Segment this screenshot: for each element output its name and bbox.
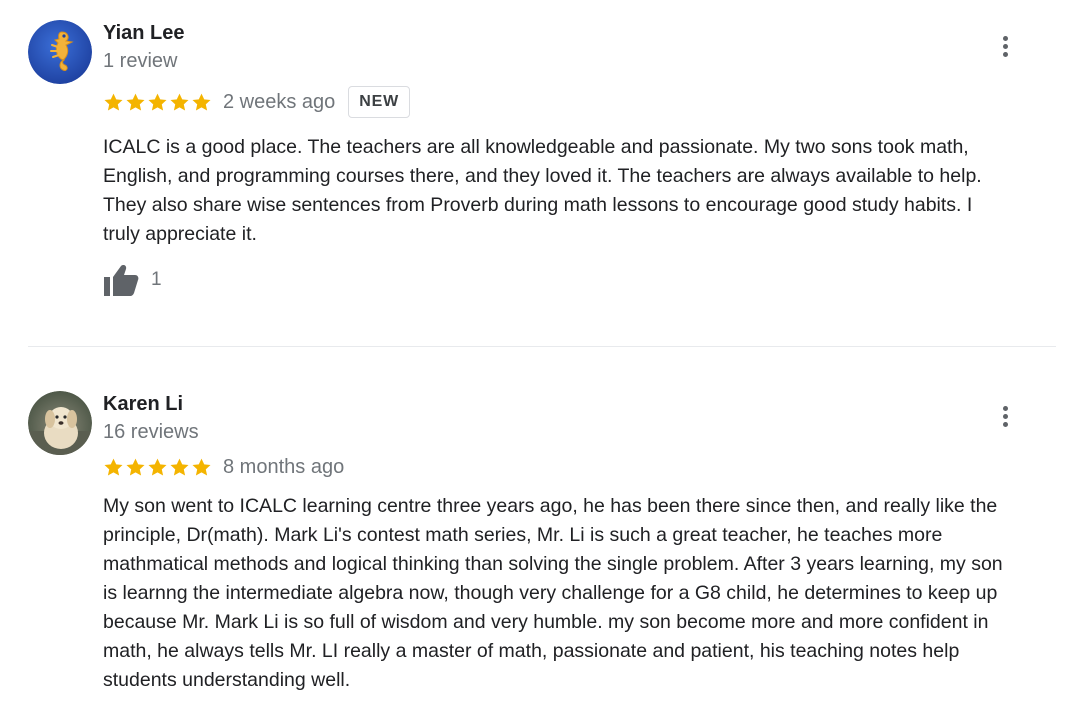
avatar[interactable] [28,391,92,455]
star-rating [103,92,212,113]
star-icon [148,93,167,111]
review-count[interactable]: 1 review [103,50,177,73]
like-count: 1 [151,269,162,290]
review-date: 8 months ago [223,455,345,478]
star-rating [103,457,212,478]
review-date: 2 weeks ago [223,90,336,113]
review-text: My son went to ICALC learning centre thr… [103,495,1003,691]
star-icon [104,458,123,476]
star-icon [170,458,189,476]
thumbs-up-icon [104,265,139,296]
author-name[interactable]: Karen Li [103,393,183,416]
author-name[interactable]: Yian Lee [103,22,185,45]
seahorse-icon [28,20,92,84]
star-icon [148,458,167,476]
star-icon [126,93,145,111]
review-card: Yian Lee 1 review 2 weeks ago NEW ICALC … [0,0,1080,346]
more-vert-icon[interactable] [990,401,1020,431]
review-card: Karen Li 16 reviews 8 months ago My son … [0,347,1080,710]
like-button[interactable]: 1 [103,263,162,297]
dog-photo-avatar [28,391,92,455]
avatar[interactable] [28,20,92,84]
star-icon [104,93,123,111]
review-text: ICALC is a good place. The teachers are … [103,136,982,245]
new-badge: NEW [348,86,411,118]
star-icon [192,93,211,111]
review-count[interactable]: 16 reviews [103,421,199,444]
star-icon [192,458,211,476]
star-icon [170,93,189,111]
star-icon [126,458,145,476]
review-meta: 8 months ago [103,454,344,480]
more-vert-icon[interactable] [990,31,1020,61]
review-meta: 2 weeks ago NEW [103,86,411,118]
